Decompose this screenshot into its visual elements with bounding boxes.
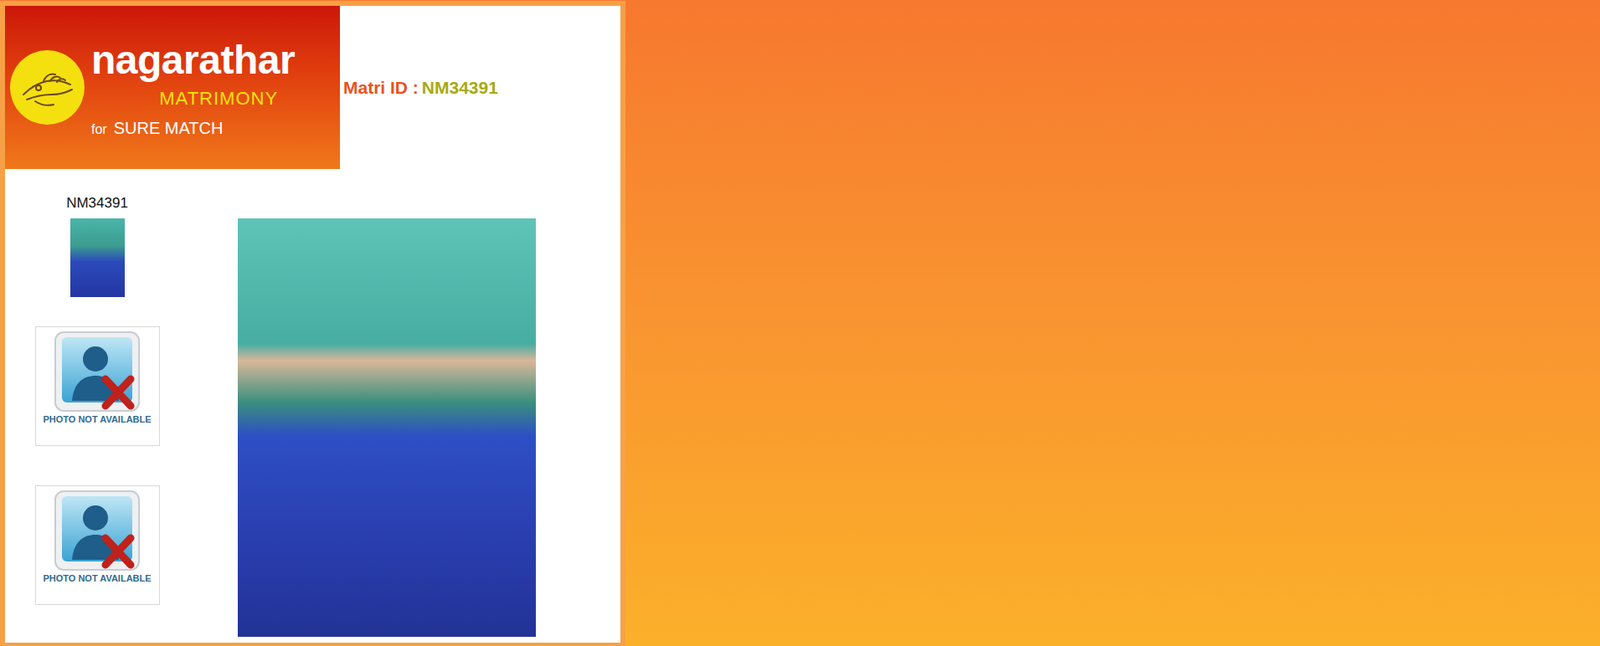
profile-body: NM34391 PHOTO NOT AVAILABLE PHOTO NOT AVAI… [5,195,621,638]
no-photo-caption: PHOTO NOT AVAILABLE [42,573,151,585]
no-photo-icon [50,330,145,415]
logo-for: for [91,119,108,140]
matri-id: Matri ID :NM34391 [343,74,499,102]
no-photo-icon [50,489,145,574]
photo-thumbnail[interactable] [70,218,125,298]
site-logo[interactable]: nagarathar MATRIMONY for SURE MATCH [5,5,340,170]
main-profile-photo [237,218,536,638]
logo-slogan-row: for SURE MATCH [91,118,295,140]
no-photo-caption: PHOTO NOT AVAILABLE [42,414,151,426]
logo-slogan: SURE MATCH [113,118,224,138]
logo-name: nagarathar [91,40,295,81]
profile-panel: nagarathar MATRIMONY for SURE MATCH Matri ID… [5,5,621,644]
page-header: nagarathar MATRIMONY for SURE MATCH Matri ID… [5,5,621,170]
profile-id-label: NM34391 [66,195,129,212]
logo-text: nagarathar MATRIMONY for SURE MATCH [91,35,295,140]
photo-placeholder[interactable]: PHOTO NOT AVAILABLE [35,485,160,606]
photo-placeholder[interactable]: PHOTO NOT AVAILABLE [35,326,160,447]
photo-list: NM34391 PHOTO NOT AVAILABLE PHOTO NOT AVAI… [5,195,190,606]
matri-id-value: NM34391 [421,74,499,102]
logo-tagline: MATRIMONY [159,88,278,109]
hand-emblem-icon [10,50,85,125]
logo-tagline-row: MATRIMONY [91,88,295,109]
matri-id-label: Matri ID : [343,74,419,102]
